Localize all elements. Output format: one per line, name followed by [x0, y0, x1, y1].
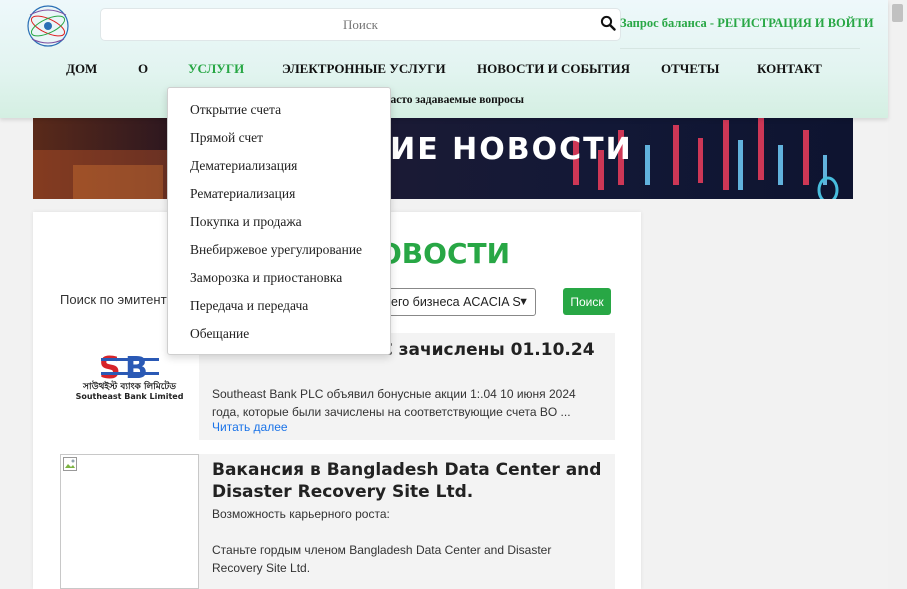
- menu-item-dematerialization[interactable]: Дематериализация: [190, 158, 297, 174]
- banner-title: НИЕ НОВОСТИ: [363, 132, 633, 167]
- menu-item-direct-account[interactable]: Прямой счет: [190, 130, 263, 146]
- news-excerpt-2: Станьте гордым членом Bangladesh Data Ce…: [212, 543, 552, 575]
- nav-faq[interactable]: Часто задаваемые вопросы: [382, 94, 524, 106]
- menu-item-otc-settlement[interactable]: Внебиржевое урегулирование: [190, 242, 362, 258]
- news-section-title: ОВОСТИ: [378, 237, 511, 270]
- page-scrollbar[interactable]: [888, 0, 907, 589]
- menu-item-account-opening[interactable]: Открытие счета: [190, 102, 281, 118]
- bank-logo-english: Southeast Bank Limited: [75, 392, 184, 401]
- news-item: Вакансия в Bangladesh Data Center and Di…: [60, 454, 615, 589]
- menu-item-freeze-suspend[interactable]: Заморозка и приостановка: [190, 270, 342, 286]
- issuer-select-value: его бизнеса ACACIA S: [391, 295, 521, 309]
- nav-contact[interactable]: КОНТАКТ: [757, 61, 822, 77]
- broken-image-icon: [63, 457, 77, 471]
- nav-about[interactable]: О: [138, 61, 148, 77]
- nav-e-services[interactable]: ЭЛЕКТРОННЫЕ УСЛУГИ: [282, 61, 446, 77]
- news-thumbnail[interactable]: [60, 454, 199, 589]
- issuer-search-button[interactable]: Поиск: [563, 288, 611, 315]
- chevron-down-icon: ▼: [518, 296, 529, 308]
- nav-news-events[interactable]: НОВОСТИ И СОБЫТИЯ: [477, 61, 630, 77]
- news-banner: НИЕ НОВОСТИ: [33, 110, 853, 199]
- news-title[interactable]: Вакансия в Bangladesh Data Center and Di…: [212, 459, 602, 503]
- scrollbar-thumb[interactable]: [892, 4, 903, 22]
- read-more-link[interactable]: Читать далее: [212, 420, 288, 434]
- menu-item-transfer[interactable]: Передача и передача: [190, 298, 308, 314]
- nav-services[interactable]: УСЛУГИ: [188, 61, 244, 77]
- cdbl-logo-icon[interactable]: [22, 3, 74, 49]
- search-box[interactable]: [100, 8, 621, 41]
- search-icon[interactable]: [600, 15, 616, 31]
- news-title-bold: Вакансия в: [212, 460, 321, 480]
- news-excerpt: Southeast Bank PLC объявил бонусные акци…: [212, 387, 576, 419]
- search-input[interactable]: [101, 9, 620, 40]
- nav-home[interactable]: ДОМ: [66, 61, 97, 77]
- header-divider: [620, 48, 860, 49]
- menu-item-pledge[interactable]: Обещание: [190, 326, 249, 342]
- menu-item-rematerialization[interactable]: Рематериализация: [190, 186, 295, 202]
- site-header: Запрос баланса - РЕГИСТРАЦИЯ И ВОЙТИ ДОМ…: [0, 0, 888, 118]
- services-dropdown: Открытие счета Прямой счет Дематериализа…: [167, 87, 391, 355]
- issuer-filter-label: Поиск по эмитенту: [60, 292, 174, 307]
- news-excerpt: Возможность карьерного роста:: [212, 507, 390, 521]
- balance-register-login-link[interactable]: Запрос баланса - РЕГИСТРАЦИЯ И ВОЙТИ: [620, 16, 874, 31]
- menu-item-buy-sell[interactable]: Покупка и продажа: [190, 214, 302, 230]
- nav-reports[interactable]: ОТЧЕТЫ: [661, 61, 719, 77]
